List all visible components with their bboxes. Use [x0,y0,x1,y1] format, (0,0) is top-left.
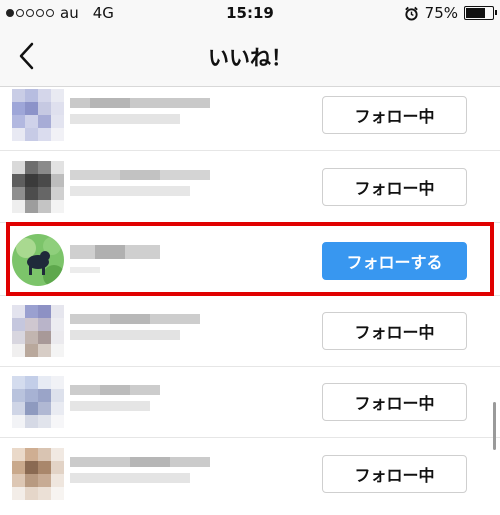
username-pixelated[interactable] [70,164,210,210]
username-pixelated[interactable] [70,451,210,497]
page-title: いいね！ [208,46,292,70]
avatar[interactable] [12,161,64,213]
follow-button[interactable]: フォローする [322,242,467,280]
avatar[interactable] [12,89,64,141]
navigation-bar: いいね！ [0,26,500,87]
following-button[interactable]: フォロー中 [322,96,467,134]
list-item[interactable]: フォロー中 [0,296,500,367]
username-pixelated[interactable] [70,379,210,425]
following-button[interactable]: フォロー中 [322,383,467,421]
avatar[interactable] [12,234,64,286]
following-button[interactable]: フォロー中 [322,455,467,493]
following-button[interactable]: フォロー中 [322,312,467,350]
following-button[interactable]: フォロー中 [322,168,467,206]
list-item[interactable]: フォロー中 [0,367,500,438]
status-bar: au 4G 15:19 75% [0,0,500,26]
username-pixelated[interactable] [70,92,210,138]
scrollbar[interactable] [493,402,496,450]
list-item[interactable]: フォロー中 [0,80,500,151]
battery-icon [464,6,497,20]
username-pixelated[interactable] [70,308,210,354]
username-pixelated[interactable] [70,237,210,283]
avatar[interactable] [12,376,64,428]
list-item[interactable]: フォロー中 [0,152,500,223]
avatar-dog-photo [12,234,64,286]
avatar[interactable] [12,448,64,500]
list-item[interactable]: フォローする [0,225,500,296]
list-item[interactable]: フォロー中 [0,439,500,509]
avatar[interactable] [12,305,64,357]
battery-percent: 75% [424,4,458,22]
alarm-clock-icon [404,6,418,21]
status-right: 75% [404,4,497,22]
